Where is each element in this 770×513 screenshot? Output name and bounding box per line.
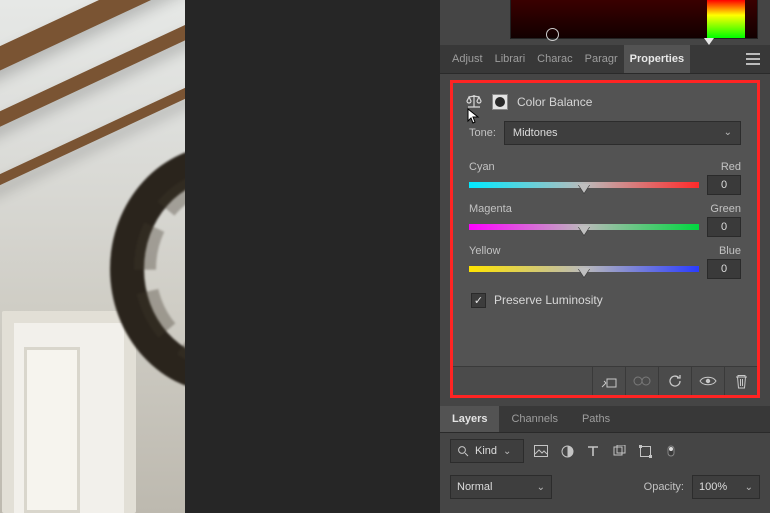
green-label: Green xyxy=(710,203,741,215)
slider-thumb[interactable] xyxy=(578,226,590,235)
search-icon xyxy=(457,445,469,457)
color-picker-field[interactable] xyxy=(510,0,758,39)
yellow-blue-slider[interactable] xyxy=(469,266,699,272)
document-canvas[interactable] xyxy=(0,0,185,513)
tab-libraries[interactable]: Librari xyxy=(489,45,532,73)
chevron-down-icon: ⌄ xyxy=(745,482,753,493)
tab-paths[interactable]: Paths xyxy=(570,406,622,432)
filter-shape-icon[interactable] xyxy=(610,443,628,459)
layer-filter-select[interactable]: Kind ⌄ xyxy=(450,439,524,463)
red-label: Red xyxy=(721,161,741,173)
hue-strip[interactable] xyxy=(707,0,745,38)
yellow-label: Yellow xyxy=(469,245,500,257)
adjustment-title: Color Balance xyxy=(517,95,592,109)
magenta-label: Magenta xyxy=(469,203,512,215)
cyan-red-slider[interactable] xyxy=(469,182,699,188)
tab-layers[interactable]: Layers xyxy=(440,406,499,432)
cyan-red-value[interactable]: 0 xyxy=(707,175,741,195)
tone-select[interactable]: Midtones ⌄ xyxy=(504,121,741,145)
color-sample-circle xyxy=(546,28,559,41)
tab-adjustments[interactable]: Adjust xyxy=(446,45,489,73)
opacity-label: Opacity: xyxy=(644,481,684,493)
filter-toggle-dot[interactable] xyxy=(662,443,680,459)
magenta-green-value[interactable]: 0 xyxy=(707,217,741,237)
tone-value: Midtones xyxy=(513,127,558,139)
layer-mask-icon xyxy=(491,93,509,111)
blend-mode-value: Normal xyxy=(457,481,492,493)
chevron-down-icon: ⌄ xyxy=(503,446,511,457)
tab-character[interactable]: Charac xyxy=(531,45,578,73)
tab-properties[interactable]: Properties xyxy=(624,45,690,73)
view-previous-button[interactable] xyxy=(625,367,658,395)
cursor-pointer-icon xyxy=(467,108,481,124)
blue-label: Blue xyxy=(719,245,741,257)
panel-menu-icon[interactable] xyxy=(746,53,760,65)
slider-thumb[interactable] xyxy=(578,268,590,277)
tab-paragraph[interactable]: Paragr xyxy=(579,45,624,73)
preserve-luminosity-label: Preserve Luminosity xyxy=(494,293,603,307)
reset-button[interactable] xyxy=(658,367,691,395)
delete-adjustment-button[interactable] xyxy=(724,367,757,395)
properties-panel: Color Balance Tone: Midtones ⌄ Cyan Red xyxy=(450,80,760,398)
tone-label: Tone: xyxy=(469,127,496,139)
opacity-select[interactable]: 100% ⌄ xyxy=(692,475,760,499)
panel-tabs: Adjust Librari Charac Paragr Properties xyxy=(440,45,770,74)
preserve-luminosity-checkbox[interactable]: ✓ xyxy=(471,293,486,308)
filter-pixel-icon[interactable] xyxy=(532,443,550,459)
cyan-label: Cyan xyxy=(469,161,495,173)
filter-label: Kind xyxy=(475,445,497,457)
blend-mode-select[interactable]: Normal ⌄ xyxy=(450,475,552,499)
color-picker-arrow-icon xyxy=(704,38,714,45)
layers-panel-tabs: Layers Channels Paths xyxy=(440,406,770,433)
properties-footer xyxy=(453,366,757,395)
filter-adjustment-icon[interactable] xyxy=(558,443,576,459)
tab-channels[interactable]: Channels xyxy=(499,406,569,432)
clip-to-layer-button[interactable] xyxy=(592,367,625,395)
chevron-down-icon: ⌄ xyxy=(537,482,545,493)
toggle-visibility-button[interactable] xyxy=(691,367,724,395)
opacity-value: 100% xyxy=(699,481,727,493)
yellow-blue-value[interactable]: 0 xyxy=(707,259,741,279)
filter-smart-icon[interactable] xyxy=(636,443,654,459)
slider-thumb[interactable] xyxy=(578,184,590,193)
filter-type-icon[interactable] xyxy=(584,443,602,459)
magenta-green-slider[interactable] xyxy=(469,224,699,230)
canvas-empty-area xyxy=(185,0,440,513)
chevron-down-icon: ⌄ xyxy=(724,127,732,138)
